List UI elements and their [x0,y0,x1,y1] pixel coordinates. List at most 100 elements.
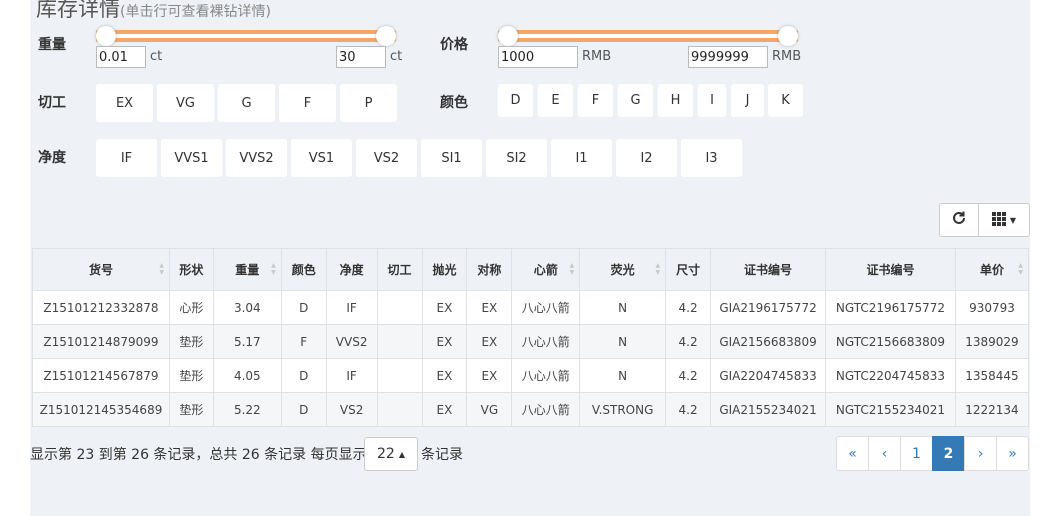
column-header-cut[interactable]: 切工 [376,248,423,291]
column-header-price[interactable]: 单价 [954,248,1030,291]
price-min-input[interactable] [498,46,578,68]
table-row[interactable]: Z151012145354689 垫形 5.22 D VS2 EX VG 八心八… [32,392,1030,427]
weight-min-handle[interactable] [96,26,116,46]
cut-option-p[interactable]: P [340,84,397,122]
color-option-g[interactable]: G [618,84,653,117]
pagination-page-1[interactable]: 1 [900,436,933,471]
caret-up-icon: ▲ [398,449,405,459]
price-min-handle[interactable] [498,26,518,46]
color-option-e[interactable]: E [538,84,573,117]
cut-option-ex[interactable]: EX [96,84,153,122]
column-header-color[interactable]: 颜色 [280,248,327,291]
cut-label: 切工 [38,95,66,111]
cell-symmetry: EX [466,290,513,325]
weight-max-input[interactable] [336,46,386,68]
refresh-button[interactable] [939,203,979,237]
pagination-page-2[interactable]: 2 [932,436,965,471]
pagination-info: 显示第 23 到第 26 条记录，总共 26 条记录 每页显示 [30,447,367,463]
cell-fluorescence: N [579,358,667,393]
clarity-option-if[interactable]: IF [96,139,157,177]
cell-weight: 4.05 [212,358,282,393]
column-header-hearts-arrows[interactable]: 心箭 [511,248,581,291]
color-option-i[interactable]: I [698,84,726,117]
clarity-option-i2[interactable]: I2 [616,139,677,177]
clarity-option-i3[interactable]: I3 [681,139,742,177]
cell-cert-ngtc: NGTC2204745833 [825,358,956,393]
clarity-option-vvs2[interactable]: VVS2 [226,139,287,177]
table-row[interactable]: Z15101214879099 垫形 5.17 F VVS2 EX EX 八心八… [32,324,1030,359]
column-header-polish[interactable]: 抛光 [421,248,468,291]
cell-price: 1358445 [954,358,1030,393]
cell-polish: EX [421,358,468,393]
cell-shape: 垫形 [168,358,214,393]
cell-color: D [280,392,327,427]
cell-price: 930793 [954,290,1030,325]
column-header-weight[interactable]: 重量 [212,248,282,291]
cell-size: 4.2 [665,290,712,325]
cell-polish: EX [421,392,468,427]
column-header-shape[interactable]: 形状 [168,248,214,291]
clarity-option-si1[interactable]: SI1 [421,139,482,177]
cell-stock-no: Z15101212332878 [32,290,170,325]
color-label: 颜色 [440,95,468,111]
table-row[interactable]: Z15101212332878 心形 3.04 D IF EX EX 八心八箭 … [32,290,1030,325]
cell-cut [376,290,423,325]
cut-option-vg[interactable]: VG [157,84,214,122]
pagination-first[interactable]: « [836,436,869,471]
color-option-h[interactable]: H [658,84,693,117]
column-header-fluorescence[interactable]: 荧光 [579,248,667,291]
pagination-next[interactable]: › [964,436,997,471]
color-option-d[interactable]: D [498,84,533,117]
column-header-cert-no-ngtc[interactable]: 证书编号 [825,248,956,291]
cell-price: 1222134 [954,392,1030,427]
pagination-last[interactable]: » [996,436,1029,471]
grid-columns-icon [991,211,1006,230]
clarity-option-i1[interactable]: I1 [551,139,612,177]
pagination-prev[interactable]: ‹ [868,436,901,471]
cell-color: D [280,290,327,325]
cell-fluorescence: N [579,324,667,359]
cell-hearts-arrows: 八心八箭 [511,392,581,427]
cell-cert-gia: GIA2156683809 [710,324,826,359]
clarity-option-vs1[interactable]: VS1 [291,139,352,177]
cell-color: D [280,358,327,393]
column-header-symmetry[interactable]: 对称 [466,248,513,291]
color-option-f[interactable]: F [578,84,613,117]
page-size-dropdown[interactable]: 22 ▲ [364,437,418,471]
cell-symmetry: EX [466,324,513,359]
cell-fluorescence: N [579,290,667,325]
price-max-handle[interactable] [778,26,798,46]
cell-hearts-arrows: 八心八箭 [511,324,581,359]
clarity-option-vvs1[interactable]: VVS1 [161,139,222,177]
weight-slider[interactable] [96,25,396,47]
clarity-option-vs2[interactable]: VS2 [356,139,417,177]
weight-slider-track [96,30,396,42]
column-header-cert-no-gia[interactable]: 证书编号 [710,248,826,291]
page-size-suffix: 条记录 [421,447,463,463]
inventory-table: 货号 形状 重量 颜色 净度 切工 抛光 对称 心箭 荧光 尺寸 证书编号 证书… [32,248,1030,427]
cell-polish: EX [421,324,468,359]
price-slider[interactable] [498,25,798,47]
column-header-clarity[interactable]: 净度 [325,248,378,291]
weight-min-input[interactable] [96,46,146,68]
caret-down-icon: ▼ [1009,215,1017,225]
table-header-row: 货号 形状 重量 颜色 净度 切工 抛光 对称 心箭 荧光 尺寸 证书编号 证书… [32,248,1030,291]
page-subtitle: (单击行可查看裸钻详情) [120,4,271,20]
cut-option-f[interactable]: F [279,84,336,122]
cut-option-g[interactable]: G [218,84,275,122]
cell-cert-gia: GIA2155234021 [710,392,826,427]
table-row[interactable]: Z15101214567879 垫形 4.05 D IF EX EX 八心八箭 … [32,358,1030,393]
clarity-option-si2[interactable]: SI2 [486,139,547,177]
price-max-input[interactable] [688,46,768,68]
weight-max-handle[interactable] [376,26,396,46]
price-max-unit: RMB [772,49,802,64]
color-option-j[interactable]: J [731,84,764,117]
column-header-size[interactable]: 尺寸 [665,248,712,291]
cell-hearts-arrows: 八心八箭 [511,290,581,325]
cell-polish: EX [421,290,468,325]
column-header-stock-no[interactable]: 货号 [32,248,170,291]
cell-stock-no: Z15101214879099 [32,324,170,359]
weight-label: 重量 [38,37,66,53]
color-option-k[interactable]: K [768,84,803,117]
columns-toggle-button[interactable]: ▼ [978,203,1030,237]
